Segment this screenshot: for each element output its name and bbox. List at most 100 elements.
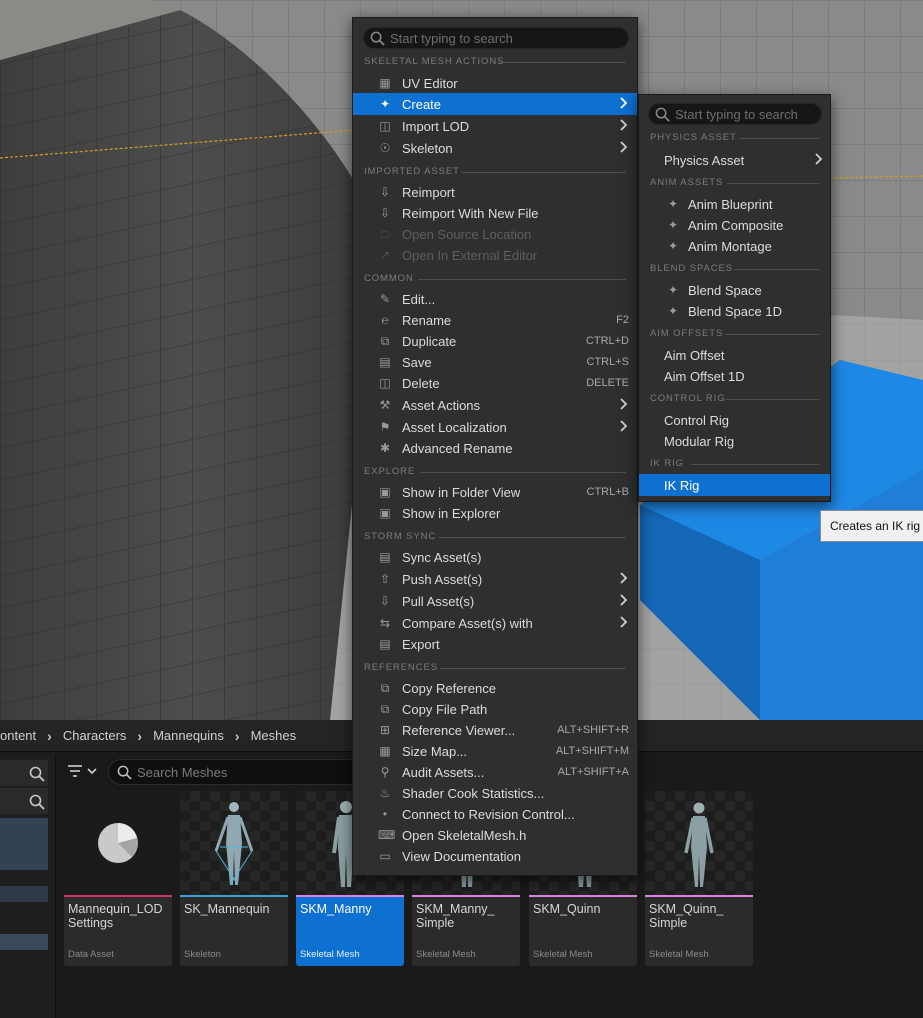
menu-item-label: Physics Asset [664, 153, 745, 168]
folder-tree-row[interactable] [0, 934, 48, 950]
menu-item-modular-rig[interactable]: Modular Rig [639, 430, 830, 452]
asset-type-color-bar [412, 895, 520, 897]
reimport-icon: ⇩ [379, 185, 391, 199]
menu-item-duplicate[interactable]: ⧉ Duplicate CTRL+D [353, 330, 637, 352]
menu-item-label: Save [402, 355, 432, 370]
menu-item-export[interactable]: ▤ Export [353, 633, 637, 655]
menu-item-asset-localization[interactable]: ⚑ Asset Localization [353, 416, 637, 438]
menu-item-open-skeletalmesh-h[interactable]: ⌨ Open SkeletalMesh.h [353, 824, 637, 846]
menu-item-compare-assets[interactable]: ⇆ Compare Asset(s) with [353, 612, 637, 634]
menu-item-pull-assets[interactable]: ⇩ Pull Asset(s) [353, 590, 637, 612]
menu-item-anim-composite[interactable]: ✦ Anim Composite [639, 214, 830, 236]
chevron-right-icon [620, 398, 628, 410]
menu-item-view-documentation[interactable]: ▭ View Documentation [353, 845, 637, 867]
skeleton-icon: ☉ [379, 141, 391, 155]
menu-item-size-map[interactable]: ▦ Size Map... ALT+SHIFT+M [353, 740, 637, 762]
folder-tree-row[interactable] [0, 886, 48, 902]
menu-item-import-lod[interactable]: ◫ Import LOD [353, 115, 637, 137]
menu-item-label: Aim Offset 1D [664, 369, 745, 384]
menu-item-label: Asset Localization [402, 420, 507, 435]
breadcrumb-mannequins[interactable]: Mannequins [153, 728, 224, 743]
section-storm-sync: STORM SYNC [364, 531, 437, 542]
menu-search-input[interactable]: Start typing to search [363, 27, 629, 49]
menu-item-aim-offset-1d[interactable]: Aim Offset 1D [639, 365, 830, 387]
breadcrumb-meshes[interactable]: Meshes [251, 728, 297, 743]
menu-item-label: Sync Asset(s) [402, 550, 482, 565]
create-figure-icon: ✦ [379, 97, 391, 111]
menu-item-label: Copy File Path [402, 702, 488, 717]
menu-item-edit[interactable]: ✎ Edit... [353, 288, 637, 310]
section-ik-rig: IK RIG [650, 458, 684, 469]
menu-item-label: Blend Space [688, 283, 762, 298]
menu-item-connect-revision-control[interactable]: • Connect to Revision Control... [353, 803, 637, 825]
menu-item-show-in-folder-view[interactable]: ▣ Show in Folder View CTRL+B [353, 481, 637, 503]
menu-item-open-external-editor[interactable]: ↗ Open In External Editor [353, 244, 637, 266]
chevron-right-icon: › [47, 727, 52, 744]
section-divider [418, 279, 626, 280]
search-icon[interactable] [29, 766, 45, 782]
breadcrumb-content[interactable]: ontent [0, 728, 36, 743]
sync-icon: ▤ [379, 550, 391, 564]
menu-item-aim-offset[interactable]: Aim Offset [639, 344, 830, 366]
asset-name: SK_Mannequin [184, 902, 270, 916]
asset-type: Skeletal Mesh [533, 949, 593, 960]
asset-tile-sk-mannequin[interactable]: SK_Mannequin Skeleton [180, 791, 288, 966]
section-skeletal-mesh-actions: SKELETAL MESH ACTIONS [364, 56, 505, 67]
trash-icon: ◫ [379, 376, 391, 390]
menu-item-skeleton[interactable]: ☉ Skeleton [353, 137, 637, 159]
asset-tile-mannequin-lod-settings[interactable]: Mannequin_LOD Settings Data Asset [64, 791, 172, 966]
search-icon [655, 107, 670, 122]
menu-item-copy-reference[interactable]: ⧉ Copy Reference [353, 677, 637, 699]
chevron-right-icon [620, 572, 628, 584]
asset-name: SKM_Quinn_ Simple [649, 902, 724, 930]
menu-item-audit-assets[interactable]: ⚲ Audit Assets... ALT+SHIFT+A [353, 761, 637, 783]
copy-icon: ⧉ [380, 702, 390, 716]
search-icon[interactable] [29, 794, 45, 810]
menu-item-blend-space-1d[interactable]: ✦ Blend Space 1D [639, 300, 830, 322]
menu-item-sync-assets[interactable]: ▤ Sync Asset(s) [353, 546, 637, 568]
asset-type: Skeleton [184, 949, 221, 960]
section-divider [727, 183, 819, 184]
menu-item-ik-rig[interactable]: IK Rig [639, 474, 830, 496]
menu-item-copy-file-path[interactable]: ⧉ Copy File Path [353, 698, 637, 720]
create-submenu: Start typing to search PHYSICS ASSET Phy… [638, 94, 831, 502]
shortcut-label: ALT+SHIFT+M [555, 745, 629, 757]
menu-item-asset-actions[interactable]: ⚒ Asset Actions [353, 394, 637, 416]
asset-name: SKM_Manny [300, 902, 372, 916]
section-divider [439, 537, 626, 538]
breadcrumb-characters[interactable]: Characters [63, 728, 127, 743]
section-imported-asset: IMPORTED ASSET [364, 166, 460, 177]
duplicate-icon: ⧉ [380, 334, 390, 348]
mannequin-figure-icon [684, 802, 714, 887]
section-divider [440, 668, 626, 669]
menu-item-push-assets[interactable]: ⇧ Push Asset(s) [353, 568, 637, 590]
asset-tile-skm-quinn-simple[interactable]: SKM_Quinn_ Simple Skeletal Mesh [645, 791, 753, 966]
blend-space-icon: ✦ [667, 304, 679, 318]
book-icon: ▭ [379, 849, 391, 863]
menu-item-anim-montage[interactable]: ✦ Anim Montage [639, 235, 830, 257]
menu-item-delete[interactable]: ◫ Delete DELETE [353, 372, 637, 394]
wrench-icon: ⚒ [379, 398, 391, 412]
menu-item-shader-cook-statistics[interactable]: ♨ Shader Cook Statistics... [353, 782, 637, 804]
menu-item-rename[interactable]: ℮ Rename F2 [353, 309, 637, 331]
menu-item-anim-blueprint[interactable]: ✦ Anim Blueprint [639, 193, 830, 215]
menu-item-blend-space[interactable]: ✦ Blend Space [639, 279, 830, 301]
menu-item-reference-viewer[interactable]: ⊞ Reference Viewer... ALT+SHIFT+R [353, 719, 637, 741]
menu-item-control-rig[interactable]: Control Rig [639, 409, 830, 431]
menu-item-show-in-explorer[interactable]: ▣ Show in Explorer [353, 502, 637, 524]
menu-item-reimport-with-new-file[interactable]: ⇩ Reimport With New File [353, 202, 637, 224]
menu-item-create[interactable]: ✦ Create [353, 93, 637, 115]
filter-icon[interactable] [66, 763, 100, 781]
import-lod-icon: ◫ [379, 119, 391, 133]
submenu-search-input[interactable]: Start typing to search [648, 103, 822, 125]
menu-item-reimport[interactable]: ⇩ Reimport [353, 181, 637, 203]
menu-item-physics-asset[interactable]: Physics Asset [639, 149, 830, 171]
submenu-search-placeholder: Start typing to search [675, 107, 798, 122]
menu-item-label: Anim Blueprint [688, 197, 773, 212]
menu-item-uv-editor[interactable]: ▦ UV Editor [353, 72, 637, 94]
menu-item-open-source-location[interactable]: □ Open Source Location [353, 223, 637, 245]
folder-tree-selected[interactable] [0, 818, 48, 870]
menu-item-save[interactable]: ▤ Save CTRL+S [353, 351, 637, 373]
menu-item-advanced-rename[interactable]: ✱ Advanced Rename [353, 437, 637, 459]
section-divider [726, 399, 819, 400]
